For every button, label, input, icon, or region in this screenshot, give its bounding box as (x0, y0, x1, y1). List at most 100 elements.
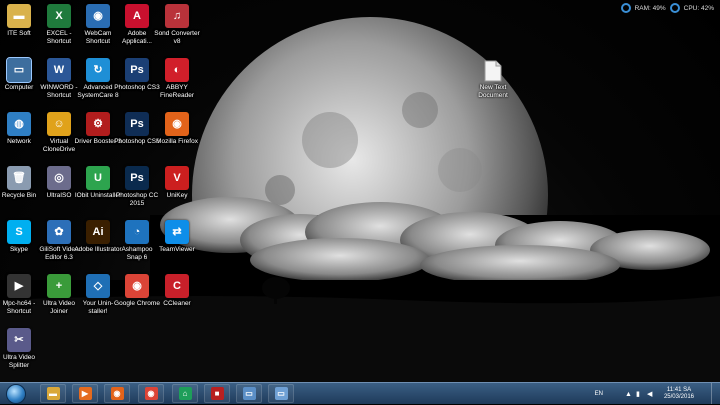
clonedrive-icon: ☺ (47, 112, 71, 136)
desktop-icon-mpchc[interactable]: ▶ Mpc-hc64 - Shortcut (0, 274, 38, 315)
clock[interactable]: 11:41 SA 25/03/2016 (664, 387, 694, 401)
desktop-icon-itesoft[interactable]: ▬ ITE Soft (0, 4, 38, 38)
network-tray-icon[interactable]: ▮ (636, 391, 643, 398)
desktop-icon-iobit[interactable]: U IObit Uninstaller (75, 166, 121, 200)
desktop-icon-label: TeamViewer (159, 246, 195, 253)
taskbar: ▬ ▶ ◉ ◉ ⌂ ■ ▭ ▭ EN ▲ ▮ ◀ 11:41 SA 25/03/2016 (0, 382, 720, 404)
taskbar-item-app-red[interactable]: ■ (204, 384, 230, 403)
chrome-icon: ◉ (125, 274, 149, 298)
desktop-icon-ccleaner[interactable]: C CCleaner (158, 274, 196, 308)
illustrator-icon: Ai (86, 220, 110, 244)
desktop-icon-ultravideosplitter[interactable]: ✂ Ultra Video Splitter (0, 328, 38, 369)
computer-icon: ▭ (6, 57, 32, 83)
recycle-bin-icon: 🗑 (7, 166, 31, 190)
system-monitor-widget[interactable]: RAM: 49% CPU: 42% (620, 3, 714, 13)
desktop-icon-abbyy[interactable]: ◐ ABBYY FineReader (158, 58, 196, 99)
firefox-icon: ◉ (165, 112, 189, 136)
desktop-icon-label: ABBYY FineReader (160, 84, 194, 99)
folder-icon: ▬ (46, 387, 60, 400)
show-desktop-button[interactable] (711, 383, 720, 404)
uninstaller-icon: ◇ (86, 274, 110, 298)
photoshop-icon: Ps (125, 112, 149, 136)
volume-icon[interactable]: ◀ (647, 391, 654, 398)
excel-icon: X (47, 4, 71, 28)
chrome-icon: ◉ (144, 387, 158, 400)
gilisoft-icon: ✿ (47, 220, 71, 244)
desktop-icon-virtualclone[interactable]: ☺ Virtual CloneDrive (40, 112, 78, 153)
taskbar-item-firefox[interactable]: ◉ (104, 384, 130, 403)
media-player-icon: ▶ (78, 387, 92, 400)
skype-icon: S (7, 220, 31, 244)
desktop-icon-network[interactable]: ◍ Network (0, 112, 38, 146)
teamviewer-icon: ⇄ (165, 220, 189, 244)
new-text-document-label: New Text Document (478, 84, 508, 99)
cpu-ring-icon (669, 3, 680, 13)
desktop-icon-ultravideojoiner[interactable]: + Ultra Video Joiner (40, 274, 78, 315)
desktop-icon-unikey[interactable]: V UniKey (158, 166, 196, 200)
system-tray: EN ▲ ▮ ◀ 11:41 SA 25/03/2016 (595, 383, 694, 405)
desktop-icon-adobe[interactable]: A Adobe Applicati... (118, 4, 156, 45)
firefox-icon: ◉ (110, 387, 124, 400)
clock-date: 25/03/2016 (663, 394, 694, 400)
window-icon: ▭ (242, 387, 256, 400)
taskbar-item-chrome[interactable]: ◉ (138, 384, 164, 403)
taskbar-item-window-1[interactable]: ▭ (236, 384, 262, 403)
new-text-document[interactable]: New Text Document (474, 60, 512, 99)
desktop-icon-chrome[interactable]: ◉ Google Chrome (114, 274, 160, 308)
taskbar-item-app-green[interactable]: ⌂ (172, 384, 198, 403)
network-icon: ◍ (7, 112, 31, 136)
adobe-icon: A (125, 4, 149, 28)
desktop-icon-firefox[interactable]: ◉ Mozilla Firefox (156, 112, 198, 146)
desktop-icon-gilisoft[interactable]: ✿ GiliSoft Video Editor 6.3 (39, 220, 79, 261)
mpc-icon: ▶ (7, 274, 31, 298)
desktop-icon-label: UniKey (166, 192, 188, 199)
desktop-icon-label: Mozilla Firefox (156, 138, 198, 145)
desktop-icon-photoshopcs3[interactable]: Ps Photoshop CS3 (114, 58, 160, 92)
app-red-icon: ■ (210, 387, 224, 400)
iobit-icon: U (86, 166, 110, 190)
clock-time: 11:41 SA (666, 387, 692, 393)
photoshop-icon: Ps (125, 58, 149, 82)
desktop-icon-winword[interactable]: W WINWORD - Shortcut (40, 58, 78, 99)
systemcare-icon: ↻ (86, 58, 110, 82)
desktop-icon-photoshopcc[interactable]: Ps Photoshop CC 2015 (116, 166, 158, 207)
desktop-icon-soundconverter[interactable]: ♫ Sond Converter v8 (154, 4, 200, 45)
desktop-icon-excel[interactable]: X EXCEL - Shortcut (40, 4, 78, 45)
desktop-icon-skype[interactable]: S Skype (0, 220, 38, 254)
taskbar-item-explorer[interactable]: ▬ (40, 384, 66, 403)
driverbooster-icon: ⚙ (86, 112, 110, 136)
desktop-icon-youruninstaller[interactable]: ◇ Your Unin-staller! (79, 274, 117, 315)
cpu-usage: CPU: 42% (683, 4, 714, 12)
desktop-icon-recyclebin[interactable]: 🗑 Recycle Bin (0, 166, 38, 200)
desktop-icon-photoshopcs6[interactable]: Ps Photoshop CS6 (114, 112, 160, 146)
desktop-icon-label: Ultra Video Splitter (2, 354, 36, 369)
language-indicator[interactable]: EN (595, 391, 603, 397)
desktop-icon-ultraiso[interactable]: ◎ UltraISO (40, 166, 78, 200)
ashampoo-icon: ◔ (125, 220, 149, 244)
converter-icon: ♫ (165, 4, 189, 28)
desktop-icon-computer[interactable]: ▭ Computer (0, 57, 38, 92)
unikey-icon: V (165, 166, 189, 190)
videosplitter-icon: ✂ (7, 328, 31, 352)
house-icon: ⌂ (178, 387, 192, 400)
desktop-icon-advanced[interactable]: ↻ Advanced SystemCare 8 (77, 58, 119, 99)
taskbar-item-window-2[interactable]: ▭ (268, 384, 294, 403)
tray-arrow-icon[interactable]: ▲ (625, 391, 632, 398)
desktop-icon-label: CCleaner (163, 300, 191, 307)
ram-usage: RAM: 49% (634, 4, 666, 12)
windows-logo-icon (6, 383, 26, 404)
desktop-icon-teamviewer[interactable]: ⇄ TeamViewer (158, 220, 196, 254)
text-document-icon (484, 60, 502, 82)
ultraiso-icon: ◎ (47, 166, 71, 190)
desktop-icon-webcam[interactable]: ◉ WebCam Shortcut (79, 4, 117, 45)
start-button[interactable] (2, 383, 30, 404)
abbyy-icon: ◐ (165, 58, 189, 82)
desktop-icon-label: Sond Converter v8 (154, 30, 200, 45)
ccleaner-icon: C (165, 274, 189, 298)
desktop-icon-illustrator[interactable]: Ai Adobe Illustrator (74, 220, 122, 254)
window-icon: ▭ (274, 387, 288, 400)
desktop-icon-driverbooster[interactable]: ⚙ Driver Booster 3 (75, 112, 121, 146)
desktop-icon-ashampoo[interactable]: ◔ Ashampoo Snap 6 (118, 220, 156, 261)
taskbar-item-media-player[interactable]: ▶ (72, 384, 98, 403)
ram-ring-icon (620, 3, 631, 13)
